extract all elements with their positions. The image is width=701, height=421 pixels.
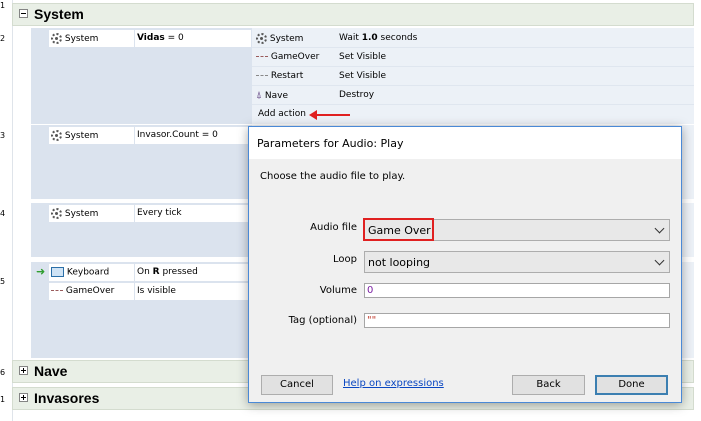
condition-text: Every tick [137, 208, 182, 218]
condition-text-cell[interactable]: Invasor.Count = 0 [135, 127, 251, 144]
condition-variable: Vidas [137, 33, 165, 43]
condition-text-cell[interactable]: Vidas = 0 [135, 30, 251, 47]
group-header-system[interactable]: System [12, 3, 694, 26]
action-row[interactable]: ⍋ Nave Destroy [252, 86, 694, 104]
restart-icon [256, 74, 268, 77]
tag-label: Tag (optional) [288, 315, 357, 326]
volume-value: 0 [367, 285, 374, 296]
action-text: Set Visible [339, 71, 387, 81]
action-row[interactable]: GameOver Set Visible [252, 48, 694, 66]
condition-object-cell[interactable]: GameOver [49, 283, 134, 300]
expand-icon[interactable] [19, 366, 28, 375]
sub-event-arrow-icon: ➜ [36, 265, 46, 278]
divider [252, 104, 694, 105]
indent-guide [12, 0, 13, 421]
condition-object-cell[interactable]: System [49, 127, 134, 144]
line-number: 6 [0, 368, 6, 377]
condition-text-cell[interactable]: Every tick [135, 205, 251, 222]
loop-select[interactable]: not looping [364, 251, 670, 273]
condition-text: = 0 [164, 33, 184, 43]
condition-object: Keyboard [66, 267, 110, 278]
action-row[interactable]: Restart Set Visible [252, 67, 694, 85]
loop-label: Loop [333, 254, 357, 265]
action-object: System [269, 34, 304, 44]
line-number: 1 [0, 1, 6, 10]
annotation-highlight [363, 218, 434, 241]
audio-file-label: Audio file [310, 222, 357, 233]
event-block[interactable]: System Vidas = 0 System Wait 1.0 seconds… [31, 28, 694, 124]
action-object: Nave [264, 91, 288, 101]
action-panel: System Wait 1.0 seconds GameOver Set Vis… [252, 28, 694, 124]
collapse-icon[interactable] [19, 9, 28, 18]
gear-icon [51, 130, 62, 141]
loop-value: not looping [368, 256, 431, 269]
condition-text: Invasor.Count = 0 [137, 130, 218, 140]
condition-object-cell[interactable]: System [49, 205, 134, 222]
action-text: Destroy [339, 90, 375, 100]
action-text: Set Visible [339, 52, 387, 62]
action-row[interactable]: System Wait 1.0 seconds [252, 29, 694, 47]
condition-object-cell[interactable]: System [49, 30, 134, 47]
condition-text-cell[interactable]: Is visible [135, 283, 251, 300]
annotation-arrow [316, 114, 350, 116]
cancel-button[interactable]: Cancel [261, 375, 333, 395]
annotation-arrowhead [309, 110, 317, 120]
expand-icon[interactable] [19, 393, 28, 402]
line-number: 4 [0, 209, 6, 218]
group-title: System [34, 6, 84, 22]
gameover-icon [256, 55, 268, 58]
line-number: 3 [0, 131, 6, 140]
condition-object: System [64, 34, 99, 44]
chevron-down-icon [654, 223, 665, 234]
condition-object: System [64, 131, 99, 141]
parameters-dialog: Parameters for Audio: Play Choose the au… [248, 126, 682, 403]
condition-object: GameOver [65, 286, 115, 296]
gear-icon [51, 208, 62, 219]
gear-icon [51, 33, 62, 44]
dialog-titlebar[interactable]: Parameters for Audio: Play [249, 127, 681, 159]
chevron-down-icon [654, 255, 665, 266]
line-number: 1 [0, 395, 6, 404]
line-number: 2 [0, 34, 6, 43]
gear-icon [256, 33, 267, 44]
volume-field[interactable]: 0 [364, 283, 670, 298]
ship-icon: ⍋ [256, 90, 262, 101]
add-action-link[interactable]: Add action [258, 109, 306, 119]
gameover-icon [51, 289, 63, 292]
group-title: Invasores [34, 390, 100, 406]
condition-object-cell[interactable]: Keyboard [49, 264, 134, 281]
volume-label: Volume [319, 285, 357, 296]
done-button[interactable]: Done [595, 375, 668, 395]
action-object: Restart [270, 71, 304, 81]
line-number: 5 [0, 277, 6, 286]
dialog-description: Choose the audio file to play. [260, 171, 406, 182]
condition-text: Is visible [137, 286, 176, 296]
condition-text-cell[interactable]: On R pressed [135, 264, 251, 281]
action-object: GameOver [270, 52, 320, 62]
action-text: Wait 1.0 seconds [339, 33, 418, 43]
back-button[interactable]: Back [512, 375, 585, 395]
keyboard-icon [51, 267, 64, 277]
condition-text: On R pressed [137, 267, 198, 277]
condition-object: System [64, 209, 99, 219]
dialog-title: Parameters for Audio: Play [257, 137, 404, 150]
tag-value: "" [367, 315, 377, 326]
group-title: Nave [34, 363, 68, 379]
help-on-expressions-link[interactable]: Help on expressions [343, 378, 444, 389]
tag-field[interactable]: "" [364, 313, 670, 328]
